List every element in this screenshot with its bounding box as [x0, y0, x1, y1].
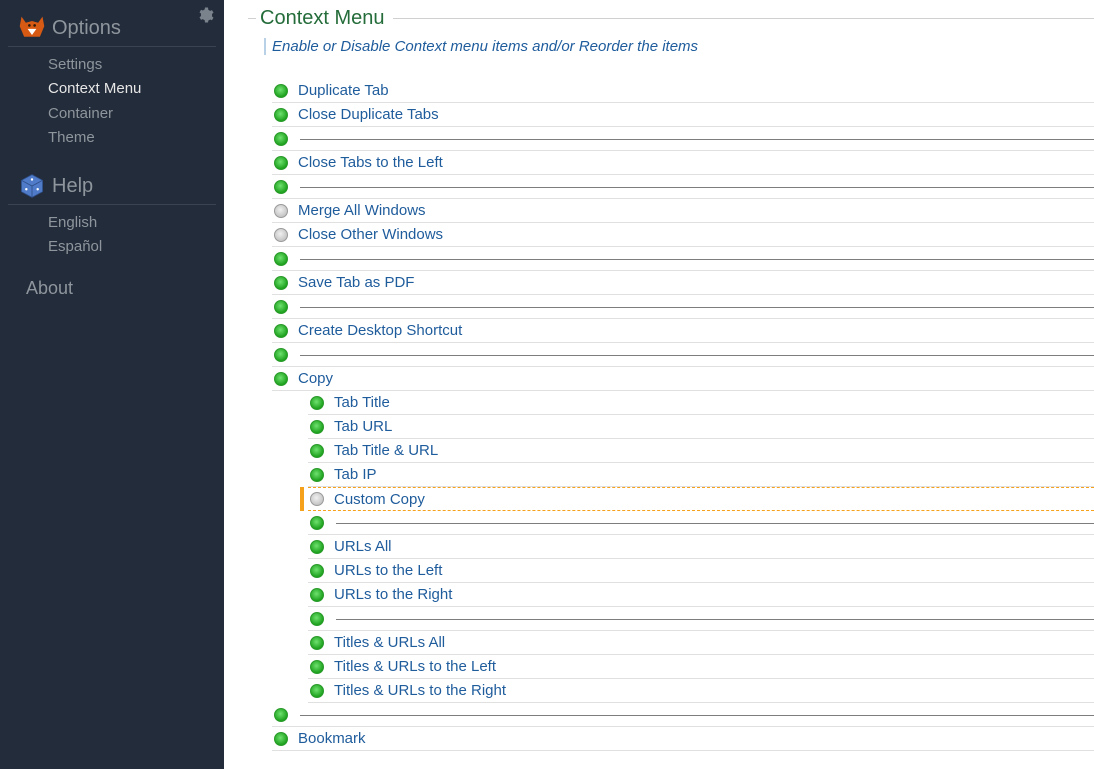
menu-item-label: Save Tab as PDF: [298, 274, 414, 291]
menu-item[interactable]: Close Other Windows: [272, 223, 1094, 247]
menu-item-label: Titles & URLs All: [334, 634, 445, 651]
menu-item-label: Tab Title: [334, 394, 390, 411]
sidebar-item-context-menu[interactable]: Context Menu: [0, 77, 224, 101]
help-item-english[interactable]: English: [0, 211, 224, 235]
menu-item-label: Custom Copy: [334, 491, 425, 508]
menu-item-label: Copy: [298, 370, 333, 387]
menu-item-label: Bookmark: [298, 730, 366, 747]
toggle-dot-icon[interactable]: [274, 108, 288, 122]
help-item-español[interactable]: Español: [0, 235, 224, 259]
menu-separator[interactable]: [272, 247, 1094, 271]
menu-item-label: Tab IP: [334, 466, 377, 483]
menu-separator[interactable]: [272, 175, 1094, 199]
toggle-dot-icon[interactable]: [310, 612, 324, 626]
toggle-dot-icon[interactable]: [310, 588, 324, 602]
menu-item-label: Merge All Windows: [298, 202, 426, 219]
menu-item[interactable]: Bookmark: [272, 727, 1094, 751]
toggle-dot-icon[interactable]: [310, 516, 324, 530]
menu-item-label: Tab Title & URL: [334, 442, 438, 459]
sidebar-item-container[interactable]: Container: [0, 102, 224, 126]
toggle-dot-icon[interactable]: [274, 732, 288, 746]
toggle-dot-icon[interactable]: [310, 492, 324, 506]
menu-item[interactable]: Custom Copy: [308, 487, 1094, 511]
menu-item[interactable]: Copy: [272, 367, 1094, 391]
toggle-dot-icon[interactable]: [310, 420, 324, 434]
menu-item[interactable]: Titles & URLs All: [308, 631, 1094, 655]
fox-icon: [18, 14, 46, 42]
toggle-dot-icon[interactable]: [310, 468, 324, 482]
toggle-dot-icon[interactable]: [274, 324, 288, 338]
menu-item[interactable]: Tab URL: [308, 415, 1094, 439]
menu-item[interactable]: URLs All: [308, 535, 1094, 559]
about-link[interactable]: About: [0, 260, 224, 299]
page-title: Context Menu: [256, 7, 393, 29]
toggle-dot-icon[interactable]: [274, 204, 288, 218]
toggle-dot-icon[interactable]: [310, 684, 324, 698]
toggle-dot-icon[interactable]: [274, 84, 288, 98]
toggle-dot-icon[interactable]: [274, 132, 288, 146]
sidebar: Options SettingsContext MenuContainerThe…: [0, 0, 224, 769]
menu-item-label: URLs to the Left: [334, 562, 442, 579]
nav-help: EnglishEspañol: [0, 211, 224, 260]
menu-item[interactable]: URLs to the Left: [308, 559, 1094, 583]
menu-item[interactable]: Titles & URLs to the Right: [308, 679, 1094, 703]
toggle-dot-icon[interactable]: [274, 252, 288, 266]
toggle-dot-icon[interactable]: [310, 636, 324, 650]
toggle-dot-icon[interactable]: [274, 372, 288, 386]
context-menu-fieldset: Context Menu Enable or Disable Context m…: [248, 18, 1094, 751]
menu-separator[interactable]: [308, 607, 1094, 631]
menu-item-label: Create Desktop Shortcut: [298, 322, 462, 339]
options-title: Options: [52, 17, 121, 40]
toggle-dot-icon[interactable]: [274, 348, 288, 362]
toggle-dot-icon[interactable]: [274, 708, 288, 722]
menu-item-label: URLs All: [334, 538, 392, 555]
menu-item[interactable]: Create Desktop Shortcut: [272, 319, 1094, 343]
help-section-header: Help: [8, 164, 216, 205]
menu-item[interactable]: Close Tabs to the Left: [272, 151, 1094, 175]
toggle-dot-icon[interactable]: [274, 276, 288, 290]
menu-item-label: Close Tabs to the Left: [298, 154, 443, 171]
menu-separator[interactable]: [308, 511, 1094, 535]
menu-item[interactable]: Tab IP: [308, 463, 1094, 487]
menu-item-label: Close Duplicate Tabs: [298, 106, 439, 123]
sidebar-item-theme[interactable]: Theme: [0, 126, 224, 150]
menu-item-label: Duplicate Tab: [298, 82, 389, 99]
menu-item[interactable]: URLs to the Right: [308, 583, 1094, 607]
dice-icon: [18, 172, 46, 200]
menu-item[interactable]: Tab Title & URL: [308, 439, 1094, 463]
menu-item[interactable]: Tab Title: [308, 391, 1094, 415]
toggle-dot-icon[interactable]: [310, 564, 324, 578]
menu-item-list: Duplicate Tab Close Duplicate Tabs Close T…: [248, 79, 1094, 751]
menu-item-label: Tab URL: [334, 418, 392, 435]
main-content: Context Menu Enable or Disable Context m…: [224, 0, 1094, 769]
gear-icon[interactable]: [196, 6, 214, 29]
toggle-dot-icon[interactable]: [310, 444, 324, 458]
toggle-dot-icon[interactable]: [274, 180, 288, 194]
menu-item[interactable]: Save Tab as PDF: [272, 271, 1094, 295]
toggle-dot-icon[interactable]: [310, 660, 324, 674]
menu-separator[interactable]: [272, 127, 1094, 151]
toggle-dot-icon[interactable]: [310, 396, 324, 410]
menu-item-label: URLs to the Right: [334, 586, 452, 603]
menu-separator[interactable]: [272, 703, 1094, 727]
sidebar-item-settings[interactable]: Settings: [0, 53, 224, 77]
toggle-dot-icon[interactable]: [310, 540, 324, 554]
menu-item-label: Close Other Windows: [298, 226, 443, 243]
help-title: Help: [52, 175, 93, 198]
toggle-dot-icon[interactable]: [274, 156, 288, 170]
menu-item[interactable]: Merge All Windows: [272, 199, 1094, 223]
toggle-dot-icon[interactable]: [274, 300, 288, 314]
toggle-dot-icon[interactable]: [274, 228, 288, 242]
menu-item[interactable]: Duplicate Tab: [272, 79, 1094, 103]
menu-separator[interactable]: [272, 343, 1094, 367]
options-section-header: Options: [8, 6, 216, 47]
menu-separator[interactable]: [272, 295, 1094, 319]
nav-options: SettingsContext MenuContainerTheme: [0, 53, 224, 150]
page-subtitle: Enable or Disable Context menu items and…: [264, 38, 1094, 55]
menu-item-label: Titles & URLs to the Right: [334, 682, 506, 699]
menu-item[interactable]: Close Duplicate Tabs: [272, 103, 1094, 127]
menu-item-label: Titles & URLs to the Left: [334, 658, 496, 675]
menu-item[interactable]: Titles & URLs to the Left: [308, 655, 1094, 679]
